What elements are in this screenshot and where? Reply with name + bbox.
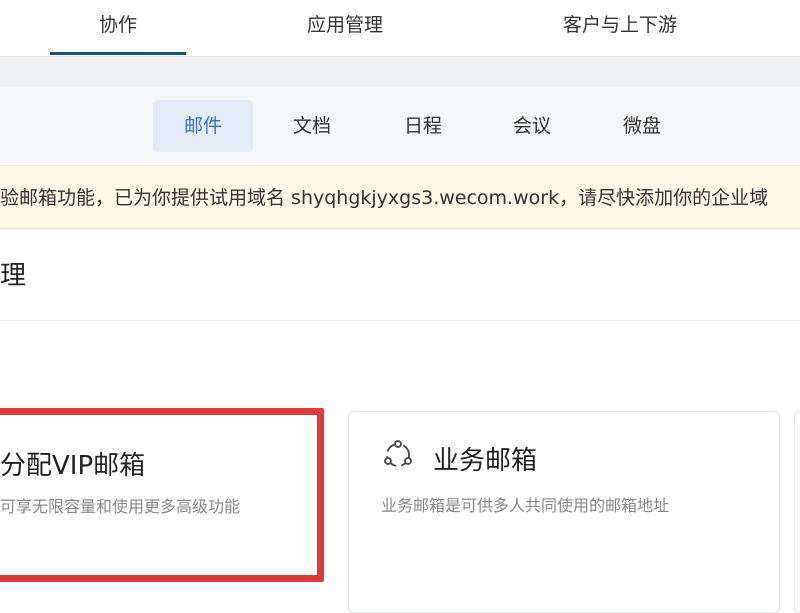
tab-collaboration[interactable]: 协作 <box>68 0 168 56</box>
top-nav: 协作 应用管理 客户与上下游 <box>0 0 800 57</box>
business-mailbox-description: 业务邮箱是可供多人共同使用的邮箱地址 <box>381 496 670 515</box>
vip-mailbox-card[interactable]: 分配VIP邮箱 可享无限容量和使用更多高级功能 <box>0 408 324 582</box>
sub-nav: 邮件 文档 日程 会议 微盘 <box>0 87 800 166</box>
vip-mailbox-title: 分配VIP邮箱 <box>0 451 146 481</box>
shared-mailbox-icon <box>384 440 412 467</box>
trial-domain-notice: 验邮箱功能，已为你提供试用域名 shyqhgkjyxgs3.wecom.work… <box>0 166 800 229</box>
page-title: 理 <box>0 261 27 291</box>
business-mailbox-title: 业务邮箱 <box>433 446 538 476</box>
subtab-drive[interactable]: 微盘 <box>602 100 682 152</box>
subtab-docs[interactable]: 文档 <box>272 100 352 152</box>
next-card-partial[interactable] <box>794 411 800 613</box>
subtab-mail[interactable]: 邮件 <box>153 100 253 152</box>
active-tab-indicator <box>50 52 186 55</box>
header-separator-bar <box>0 57 800 87</box>
notice-text: 验邮箱功能，已为你提供试用域名 shyqhgkjyxgs3.wecom.work… <box>0 187 769 209</box>
vip-mailbox-description: 可享无限容量和使用更多高级功能 <box>0 497 241 516</box>
section-divider <box>0 320 800 321</box>
subtab-meeting[interactable]: 会议 <box>492 100 572 152</box>
tab-app-management[interactable]: 应用管理 <box>280 0 410 56</box>
tab-customers-partners[interactable]: 客户与上下游 <box>540 0 700 56</box>
subtab-calendar[interactable]: 日程 <box>383 100 463 152</box>
business-mailbox-card[interactable]: 业务邮箱 业务邮箱是可供多人共同使用的邮箱地址 <box>348 411 780 613</box>
